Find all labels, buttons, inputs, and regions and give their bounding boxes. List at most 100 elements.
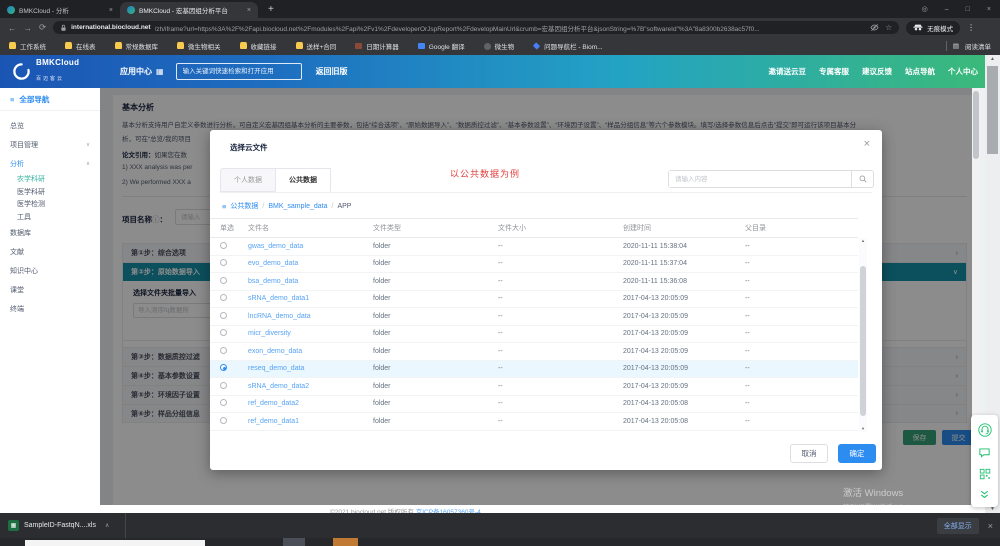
radio-button[interactable] (220, 417, 227, 424)
modal-search-input[interactable] (669, 171, 851, 187)
table-row[interactable]: micr_diversity folder -- 2017-04-13 20:0… (210, 326, 858, 344)
bookmark-item[interactable]: 微生物相关 (177, 41, 221, 51)
table-scrollbar[interactable]: ▴ ▾ (859, 238, 867, 432)
file-name-link[interactable]: gwas_demo_data (248, 243, 373, 250)
browser-menu-icon[interactable]: ⋮ (967, 23, 975, 32)
browser-extra-icon[interactable]: ◎ (922, 5, 928, 13)
tab-personal-data[interactable]: 个人数据 (220, 168, 275, 192)
confirm-button[interactable]: 确定 (838, 444, 876, 463)
sidebar-item[interactable]: 农学科研 (0, 173, 100, 186)
scroll-up-arrow[interactable]: ▴ (859, 238, 867, 244)
sidebar-item[interactable]: 总览 (0, 116, 100, 135)
file-name-link[interactable]: exon_demo_data (248, 348, 373, 355)
new-tab-button[interactable]: + (268, 2, 274, 18)
scrollbar-thumb[interactable] (973, 91, 979, 159)
bookmark-item[interactable]: 在线表 (65, 41, 96, 51)
bookmark-star-icon[interactable]: ☆ (885, 23, 892, 32)
header-search-input[interactable] (176, 63, 302, 80)
scroll-down-arrow[interactable]: ▾ (859, 426, 867, 432)
table-row[interactable]: reseq_demo_data folder -- 2017-04-13 20:… (210, 361, 858, 379)
window-minimize-button[interactable]: – (945, 6, 949, 13)
table-row[interactable]: bsa_demo_data folder -- 2020-11-11 15:36… (210, 273, 858, 291)
scrollbar-thumb[interactable] (860, 266, 866, 416)
table-row[interactable]: evo_demo_data folder -- 2020-11-11 15:37… (210, 256, 858, 274)
sidebar-item[interactable]: 医学科研 (0, 186, 100, 199)
radio-button[interactable] (220, 242, 227, 249)
sidebar-item[interactable]: 知识中心 (0, 261, 100, 280)
table-row[interactable]: gwas_demo_data folder -- 2020-11-11 15:3… (210, 238, 858, 256)
taskbar-app-sliver[interactable] (283, 538, 305, 546)
taskbar-search-sliver[interactable] (25, 540, 205, 546)
table-row[interactable]: sRNA_demo_data2 folder -- 2017-04-13 20:… (210, 378, 858, 396)
radio-button[interactable] (220, 329, 227, 336)
file-name-link[interactable]: reseq_demo_data (248, 365, 373, 372)
sidebar-item[interactable]: 课堂 (0, 280, 100, 299)
sidebar-item[interactable]: 数据库 (0, 223, 100, 242)
bookmark-item[interactable]: Google 翻译 (418, 41, 465, 51)
file-name-link[interactable]: sRNA_demo_data2 (248, 383, 373, 390)
sidebar-item[interactable]: 工具 (0, 211, 100, 224)
file-name-link[interactable]: lncRNA_demo_data (248, 313, 373, 320)
sidebar-item[interactable]: 终端 (0, 299, 100, 318)
scroll-up-arrow[interactable]: ▲ (985, 56, 1000, 62)
radio-button[interactable] (220, 277, 227, 284)
window-maximize-button[interactable]: □ (966, 6, 970, 13)
app-center-button[interactable]: 应用中心 ▦ (120, 66, 164, 77)
file-name-link[interactable]: ref_demo_data1 (248, 418, 373, 425)
table-row[interactable]: lncRNA_demo_data folder -- 2017-04-13 20… (210, 308, 858, 326)
address-omnibox[interactable]: international.biocloud.net /zh/iframe?ur… (53, 21, 899, 34)
search-icon[interactable] (851, 171, 873, 187)
tab-close-icon[interactable]: × (247, 7, 251, 14)
sidebar-item[interactable]: 项目管理 ∨ (0, 135, 100, 154)
breadcrumb-root-link[interactable]: 公共数据 (230, 201, 258, 211)
sidebar-nav-all[interactable]: ≡ 全部导航 (0, 88, 100, 111)
radio-button[interactable] (220, 382, 227, 389)
chat-icon[interactable] (978, 446, 991, 459)
tab-public-data[interactable]: 公共数据 (275, 168, 331, 192)
reading-list-button[interactable]: 阅读清单 (965, 41, 991, 51)
taskbar-app-sliver-orange[interactable] (333, 538, 358, 546)
table-row[interactable]: ref_demo_data2 folder -- 2017-04-13 20:0… (210, 396, 858, 414)
header-nav-link[interactable]: 建议反馈 (862, 66, 892, 77)
back-to-old-version-button[interactable]: 返回旧版 (316, 66, 348, 77)
scrollbar-thumb[interactable] (987, 66, 998, 154)
show-all-downloads-button[interactable]: 全部显示 (937, 518, 979, 534)
file-name-link[interactable]: ref_demo_data2 (248, 400, 373, 407)
bookmark-item[interactable]: 常规数据库 (115, 41, 159, 51)
table-row[interactable]: sRNA_demo_data1 folder -- 2017-04-13 20:… (210, 291, 858, 309)
radio-button[interactable] (220, 364, 227, 371)
collapse-double-chevron-icon[interactable] (979, 489, 990, 500)
radio-button[interactable] (220, 399, 227, 406)
back-icon[interactable]: ← (8, 23, 17, 33)
sidebar-item[interactable]: 分析 ∧ (0, 154, 100, 173)
bookmark-item[interactable]: 送样+合同 (296, 41, 337, 51)
header-nav-link[interactable]: 邀请送云豆 (769, 66, 807, 77)
browser-tab-inactive[interactable]: BMKCloud - 分析 × (0, 2, 120, 18)
download-bar-close-icon[interactable]: × (988, 521, 993, 531)
tab-close-icon[interactable]: × (109, 7, 113, 14)
radio-button[interactable] (220, 259, 227, 266)
table-row[interactable]: exon_demo_data folder -- 2017-04-13 20:0… (210, 343, 858, 361)
cancel-button[interactable]: 取消 (790, 444, 828, 463)
header-nav-link[interactable]: 个人中心 (948, 66, 978, 77)
bookmark-item[interactable]: 微生物 (484, 41, 515, 51)
file-name-link[interactable]: bsa_demo_data (248, 278, 373, 285)
close-icon[interactable]: × (864, 138, 870, 150)
radio-button[interactable] (220, 312, 227, 319)
file-name-link[interactable]: evo_demo_data (248, 260, 373, 267)
bookmark-item[interactable]: 收藏链接 (240, 41, 277, 51)
download-item[interactable]: ▦ SampleID-FastqN....xls ∧ (0, 520, 117, 531)
eye-off-icon[interactable] (870, 23, 879, 32)
window-close-button[interactable]: × (987, 6, 991, 13)
qr-code-icon[interactable] (979, 468, 991, 480)
sidebar-item[interactable]: 医学检测 (0, 198, 100, 211)
customer-service-icon[interactable] (978, 423, 992, 437)
bookmark-item[interactable]: 问题导航栏 - Biom... (533, 41, 603, 51)
radio-button[interactable] (220, 294, 227, 301)
sidebar-item[interactable]: 文献 (0, 242, 100, 261)
header-nav-link[interactable]: 专属客服 (819, 66, 849, 77)
file-name-link[interactable]: sRNA_demo_data1 (248, 295, 373, 302)
file-name-link[interactable]: micr_diversity (248, 330, 373, 337)
browser-tab-active[interactable]: BMKCloud - 宏基因组分析平台 × (120, 2, 258, 18)
breadcrumb-folder-link[interactable]: BMK_sample_data (268, 203, 327, 210)
